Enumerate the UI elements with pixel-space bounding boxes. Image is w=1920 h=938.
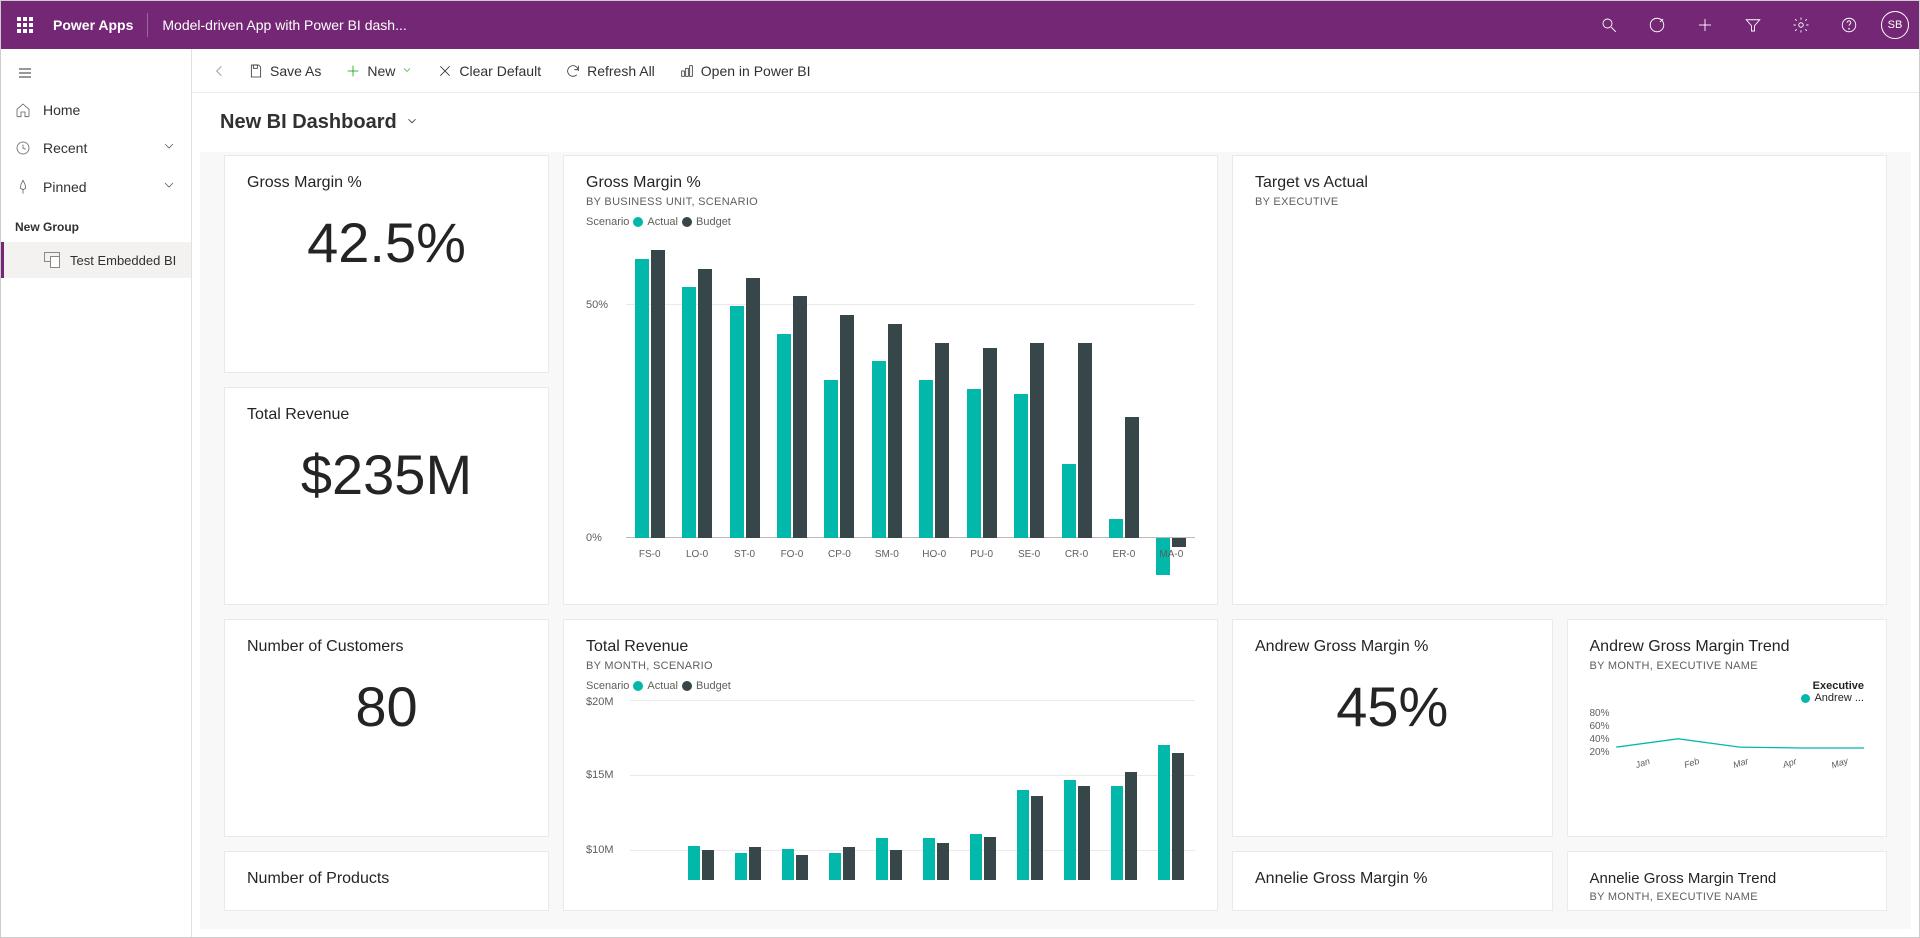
card-title: Annelie Gross Margin Trend xyxy=(1590,870,1865,887)
card-gross-margin-pct[interactable]: Gross Margin % 42.5% xyxy=(224,155,549,373)
card-num-products[interactable]: Number of Products xyxy=(224,851,549,911)
nav-home-label: Home xyxy=(43,102,80,118)
app-header: Power Apps Model-driven App with Power B… xyxy=(1,1,1919,49)
nav-item-label: Test Embedded BI xyxy=(70,253,176,268)
card-revenue-by-month[interactable]: Total Revenue BY MONTH, SCENARIO Scenari… xyxy=(563,619,1218,911)
card-title: Andrew Gross Margin % xyxy=(1255,638,1530,656)
cmd-refresh-all[interactable]: Refresh All xyxy=(553,49,667,92)
card-subtitle: BY MONTH, EXECUTIVE NAME xyxy=(1590,891,1865,903)
card-title: Number of Customers xyxy=(247,638,526,656)
metric-value: $235M xyxy=(247,428,526,521)
card-subtitle: BY MONTH, SCENARIO xyxy=(586,660,1195,672)
cmd-new-label: New xyxy=(367,63,395,79)
chevron-down-icon xyxy=(397,111,419,134)
card-title: Annelie Gross Margin % xyxy=(1255,870,1530,888)
card-subtitle: BY EXECUTIVE xyxy=(1255,196,1864,208)
collapse-nav-icon[interactable] xyxy=(1,57,191,92)
target-icon[interactable] xyxy=(1633,1,1681,49)
card-title: Total Revenue xyxy=(247,406,526,424)
card-annelie-trend[interactable]: Annelie Gross Margin Trend BY MONTH, EXE… xyxy=(1567,851,1888,911)
nav-pinned-label: Pinned xyxy=(43,179,87,195)
back-icon[interactable] xyxy=(204,63,236,79)
cmd-clear-label: Clear Default xyxy=(459,63,541,79)
command-bar: Save As New Clear Default Refresh All Op… xyxy=(192,49,1919,93)
cmd-save-as[interactable]: Save As xyxy=(236,49,333,92)
metric-value: 80 xyxy=(247,660,526,753)
help-icon[interactable] xyxy=(1825,1,1873,49)
page-title[interactable]: New BI Dashboard xyxy=(192,93,1919,152)
nav-home[interactable]: Home xyxy=(1,92,191,128)
nav-pinned[interactable]: Pinned xyxy=(1,167,191,206)
card-title: Target vs Actual xyxy=(1255,174,1864,192)
nav-group-label: New Group xyxy=(1,206,191,242)
metric-value: 45% xyxy=(1255,660,1530,753)
brand-label: Power Apps xyxy=(49,13,148,37)
card-title: Andrew Gross Margin Trend xyxy=(1590,638,1865,656)
user-avatar[interactable]: SB xyxy=(1881,11,1909,39)
app-launcher-icon[interactable] xyxy=(1,1,49,49)
card-title: Gross Margin % xyxy=(247,174,526,192)
chart-legend: Scenario Actual Budget xyxy=(586,216,1195,228)
nav-recent-label: Recent xyxy=(43,140,87,156)
dashboard-canvas[interactable]: Gross Margin % 42.5% Total Revenue $235M… xyxy=(200,152,1911,929)
nav-item-test-embedded-bi[interactable]: Test Embedded BI xyxy=(1,242,191,278)
settings-icon[interactable] xyxy=(1777,1,1825,49)
card-subtitle: BY BUSINESS UNIT, SCENARIO xyxy=(586,196,1195,208)
cmd-open-power-bi[interactable]: Open in Power BI xyxy=(667,49,823,92)
cmd-refresh-label: Refresh All xyxy=(587,63,655,79)
cmd-open-label: Open in Power BI xyxy=(701,63,811,79)
card-annelie-pct[interactable]: Annelie Gross Margin % xyxy=(1232,851,1553,911)
card-title: Number of Products xyxy=(247,870,526,888)
card-gm-by-unit[interactable]: Gross Margin % BY BUSINESS UNIT, SCENARI… xyxy=(563,155,1218,605)
bar-chart-gm: 50% 0% FS-0LO-0ST-0FO-0CP-0SM-0HO-0PU-0S… xyxy=(586,236,1195,566)
line-chart xyxy=(1616,708,1864,758)
card-target-vs-actual[interactable]: Target vs Actual BY EXECUTIVE xyxy=(1232,155,1887,605)
page-title-text: New BI Dashboard xyxy=(220,111,397,134)
cmd-clear-default[interactable]: Clear Default xyxy=(425,49,553,92)
chevron-down-icon xyxy=(401,63,413,79)
nav-recent[interactable]: Recent xyxy=(1,128,191,167)
app-name-label: Model-driven App with Power BI dash... xyxy=(148,17,406,33)
chart-legend: ExecutiveAndrew ... xyxy=(1590,680,1865,704)
filter-icon[interactable] xyxy=(1729,1,1777,49)
card-andrew-pct[interactable]: Andrew Gross Margin % 45% xyxy=(1232,619,1553,837)
dashboard-icon xyxy=(44,252,60,268)
metric-value: 42.5% xyxy=(247,196,526,289)
card-total-revenue[interactable]: Total Revenue $235M xyxy=(224,387,549,605)
chart-legend: Scenario Actual Budget xyxy=(586,680,1195,692)
chevron-down-icon xyxy=(161,177,177,196)
card-andrew-trend[interactable]: Andrew Gross Margin Trend BY MONTH, EXEC… xyxy=(1567,619,1888,837)
cmd-new[interactable]: New xyxy=(333,49,425,92)
card-title: Total Revenue xyxy=(586,638,1195,656)
cmd-save-as-label: Save As xyxy=(270,63,321,79)
add-icon[interactable] xyxy=(1681,1,1729,49)
sidebar: Home Recent Pinned New Group Test Embedd… xyxy=(1,49,192,937)
card-num-customers[interactable]: Number of Customers 80 xyxy=(224,619,549,837)
chevron-down-icon xyxy=(161,138,177,157)
bar-chart-revenue: $20M $15M $10M xyxy=(586,700,1195,880)
card-title: Gross Margin % xyxy=(586,174,1195,192)
card-subtitle: BY MONTH, EXECUTIVE NAME xyxy=(1590,660,1865,672)
search-icon[interactable] xyxy=(1585,1,1633,49)
